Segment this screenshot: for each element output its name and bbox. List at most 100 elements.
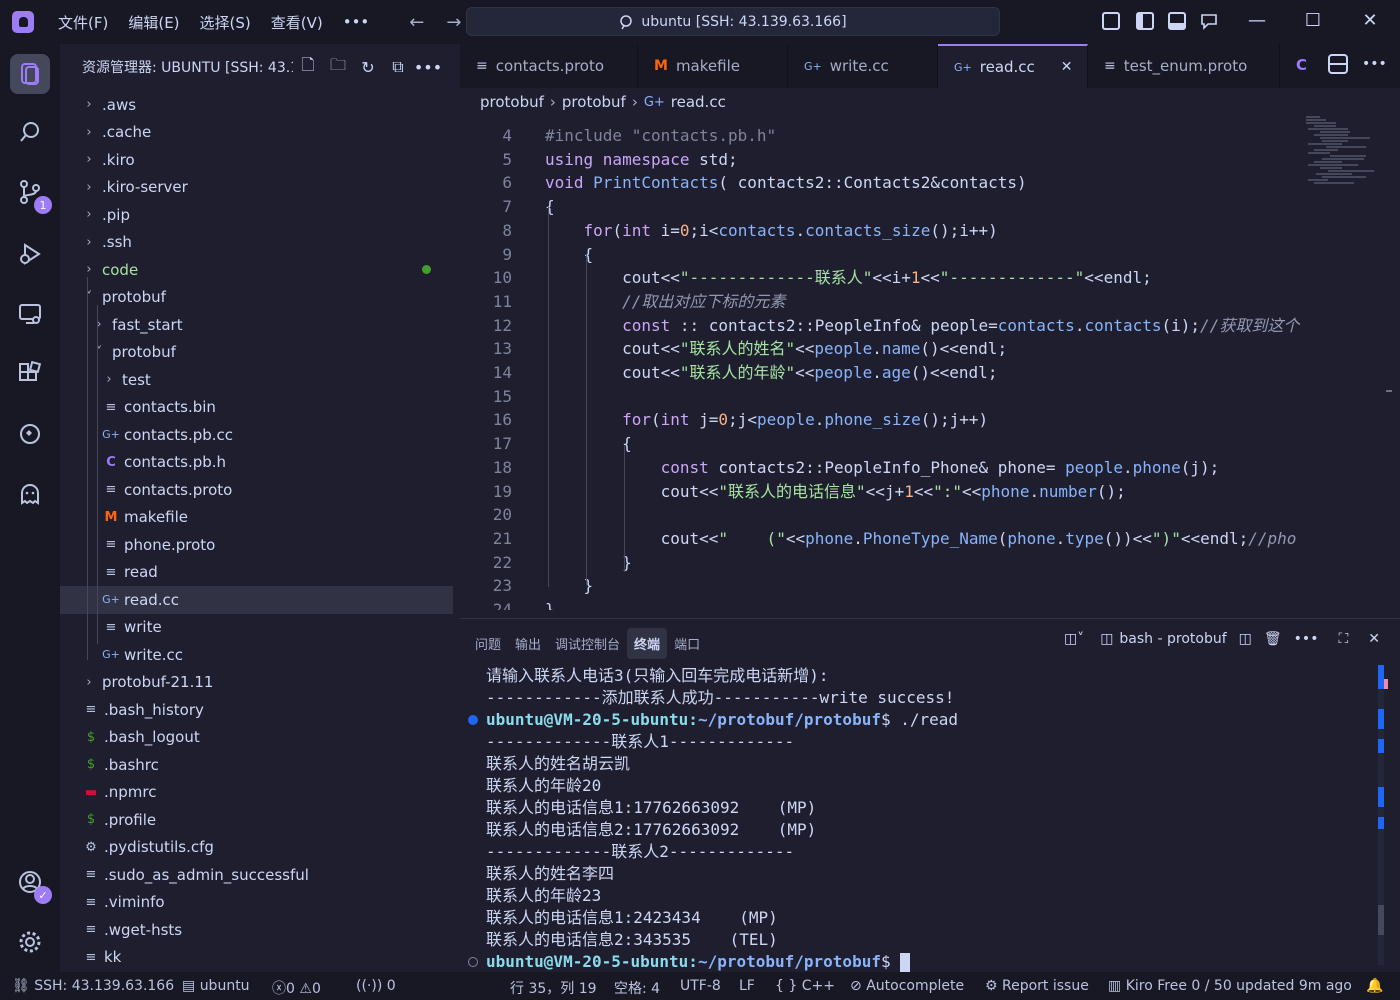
close-tab-icon[interactable]: ✕: [1061, 59, 1073, 75]
end-of-line[interactable]: LF: [739, 978, 755, 994]
tree-file[interactable]: ≡ phone.proto: [60, 531, 453, 559]
editor-more-icon[interactable]: •••: [1362, 56, 1387, 72]
tree-folder[interactable]: › .ssh: [60, 229, 453, 257]
run-debug-icon[interactable]: [10, 234, 50, 274]
account-icon[interactable]: ✓: [10, 862, 52, 904]
explorer-icon[interactable]: [10, 54, 50, 94]
tree-file[interactable]: ≡ contacts.proto: [60, 476, 453, 504]
command-status-dot-icon[interactable]: [468, 715, 478, 725]
close-panel-icon[interactable]: ✕: [1368, 631, 1380, 647]
source-control-icon[interactable]: 1: [10, 172, 52, 214]
forward-arrow-icon[interactable]: →: [446, 12, 461, 33]
tree-file[interactable]: ≡ write: [60, 614, 453, 642]
panel-tab[interactable]: 问题: [468, 628, 508, 659]
report-issue-button[interactable]: ⚙ Report issue: [985, 978, 1089, 994]
tree-file[interactable]: ⚙ .pydistutils.cfg: [60, 834, 453, 862]
tree-folder[interactable]: › .kiro-server: [60, 174, 453, 202]
command-status-dot-icon[interactable]: [468, 957, 478, 967]
remote-explorer-icon[interactable]: [10, 294, 50, 334]
autocomplete-indicator[interactable]: ⊘ Autocomplete: [850, 978, 964, 994]
tree-file[interactable]: G+ contacts.pb.cc: [60, 421, 453, 449]
tree-folder[interactable]: › .cache: [60, 119, 453, 147]
maximize-panel-icon[interactable]: ⛶: [1338, 631, 1348, 647]
tree-folder[interactable]: › .kiro: [60, 146, 453, 174]
tree-folder[interactable]: › .aws: [60, 91, 453, 119]
new-folder-icon[interactable]: 🗀: [323, 54, 353, 81]
minimap[interactable]: [1300, 112, 1386, 610]
split-terminal-icon[interactable]: ◫: [1239, 631, 1252, 647]
menu-selection[interactable]: 选择(S): [200, 12, 251, 33]
toggle-primary-sidebar-icon[interactable]: [1136, 12, 1154, 30]
chat-icon[interactable]: [1199, 11, 1219, 31]
editor-tab[interactable]: G+ write.cc: [788, 44, 938, 88]
tree-folder[interactable]: ˅ protobuf: [60, 339, 453, 367]
editor-tab[interactable]: ≡ contacts.proto: [460, 44, 638, 88]
close-window-icon[interactable]: ✕: [1355, 10, 1385, 31]
tree-file[interactable]: $ .bashrc: [60, 751, 453, 779]
menu-more-icon[interactable]: •••: [343, 13, 370, 31]
editor-tab[interactable]: ≡ test_enum.proto: [1088, 44, 1280, 88]
panel-tab[interactable]: 输出: [508, 628, 548, 659]
ghost-icon[interactable]: [10, 474, 50, 514]
panel-more-icon[interactable]: •••: [1294, 631, 1319, 647]
tree-folder[interactable]: › fast_start: [60, 311, 453, 339]
tree-folder[interactable]: › .pip: [60, 201, 453, 229]
tree-file[interactable]: $ .profile: [60, 806, 453, 834]
extensions-icon[interactable]: [10, 354, 50, 394]
encoding[interactable]: UTF-8: [680, 978, 721, 994]
language-mode[interactable]: { } C++: [775, 978, 835, 994]
kiro-icon[interactable]: [10, 414, 50, 454]
code-editor[interactable]: #include "contacts.pb.h" 4 5 using namespa…: [460, 112, 1300, 610]
toggle-panel-icon[interactable]: [1168, 12, 1186, 30]
explorer-more-icon[interactable]: •••: [413, 58, 443, 77]
tree-file[interactable]: G+ read.cc: [60, 586, 453, 614]
tree-file[interactable]: ≡ contacts.bin: [60, 394, 453, 422]
tree-file[interactable]: ≡ .bash_history: [60, 696, 453, 724]
tree-file[interactable]: ≡ read: [60, 559, 453, 587]
remote-indicator[interactable]: ⛓ SSH: 43.139.63.166: [12, 978, 174, 994]
cursor-position[interactable]: 行 35，列 19: [510, 978, 597, 998]
panel-tab[interactable]: 终端: [627, 627, 668, 659]
command-center-search[interactable]: ubuntu [SSH: 43.139.63.166]: [466, 7, 1000, 36]
indentation[interactable]: 空格: 4: [614, 978, 660, 998]
terminal-output[interactable]: 请输入联系人电话3(只输入回车完成电话新增): ------------添加联系人…: [468, 665, 1376, 973]
minimize-icon[interactable]: —: [1242, 10, 1272, 31]
tree-file[interactable]: G+ write.cc: [60, 641, 453, 669]
maximize-icon[interactable]: ☐: [1298, 10, 1328, 31]
c-file-tab-icon[interactable]: C: [1296, 56, 1307, 74]
back-arrow-icon[interactable]: ←: [409, 12, 424, 33]
search-icon[interactable]: [10, 112, 50, 152]
ports-indicator[interactable]: ((·)) 0: [356, 978, 396, 994]
notifications-bell-icon[interactable]: 🔔: [1366, 978, 1383, 994]
breadcrumb-item[interactable]: read.cc: [671, 93, 726, 111]
tree-file[interactable]: ≡ .wget-hsts: [60, 916, 453, 944]
tree-folder[interactable]: › test: [60, 366, 453, 394]
editor-tab[interactable]: Mmakefile: [638, 44, 788, 88]
kiro-plan-indicator[interactable]: ▥ Kiro Free 0 / 50 updated 9m ago: [1108, 978, 1352, 994]
split-editor-icon[interactable]: [1328, 54, 1348, 74]
terminal-name[interactable]: bash - protobuf: [1119, 631, 1226, 647]
tree-file[interactable]: ≡ kk: [60, 944, 453, 972]
menu-file[interactable]: 文件(F): [58, 12, 108, 33]
workspace-indicator[interactable]: ▤ ubuntu: [182, 978, 250, 994]
tree-folder[interactable]: › code: [60, 256, 453, 284]
breadcrumb-item[interactable]: protobuf: [480, 93, 544, 111]
breadcrumb-item[interactable]: protobuf: [562, 93, 626, 111]
tree-file[interactable]: Mmakefile: [60, 504, 453, 532]
panel-tab[interactable]: 调试控制台: [548, 628, 627, 659]
tree-file[interactable]: Ccontacts.pb.h: [60, 449, 453, 477]
refresh-icon[interactable]: ↻: [353, 58, 383, 77]
new-terminal-dropdown-icon[interactable]: ◫˅: [1064, 631, 1084, 647]
menu-view[interactable]: 查看(V): [271, 12, 323, 33]
settings-gear-icon[interactable]: [10, 922, 50, 962]
tree-file[interactable]: ≡ .sudo_as_admin_successful: [60, 861, 453, 889]
menu-edit[interactable]: 编辑(E): [128, 12, 179, 33]
tree-file[interactable]: $ .bash_logout: [60, 724, 453, 752]
tree-file[interactable]: ▬ .npmrc: [60, 779, 453, 807]
collapse-all-icon[interactable]: ⧉: [383, 57, 413, 77]
terminal-scrollbar[interactable]: [1378, 665, 1388, 965]
tree-folder[interactable]: › protobuf-21.11: [60, 669, 453, 697]
tree-folder[interactable]: ˅ protobuf: [60, 284, 453, 312]
editor-scrollbar[interactable]: [1386, 112, 1392, 610]
editor-tab[interactable]: G+ read.cc ✕: [938, 44, 1088, 88]
